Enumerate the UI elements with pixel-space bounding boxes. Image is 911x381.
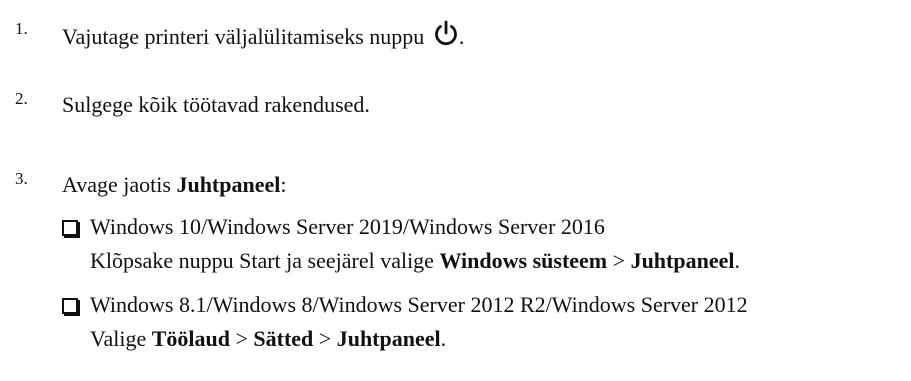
option-detail-bold: Windows süsteem: [439, 248, 608, 273]
option-detail-text: Klõpsake nuppu Start ja seejärel valige: [90, 248, 440, 273]
option-detail-separator: >: [607, 248, 631, 273]
option-detail: Valige Töölaud > Sätted > Juhtpaneel.: [90, 324, 446, 354]
option-detail-separator: >: [229, 326, 254, 351]
option-detail-bold: Sätted: [253, 326, 314, 351]
step-number: 3.: [15, 169, 28, 188]
step-1-text: Vajutage printeri väljalülitamiseks nupp…: [62, 24, 425, 49]
step-1-suffix: .: [458, 24, 465, 49]
power-icon: [433, 20, 459, 48]
checkbox-icon: [62, 220, 78, 236]
step-number: 2.: [15, 89, 28, 108]
step-text: Vajutage printeri väljalülitamiseks nupp…: [62, 20, 464, 52]
option-detail-end: .: [440, 326, 447, 351]
checkbox-icon: [62, 298, 78, 314]
option-detail-separator: >: [313, 326, 337, 351]
option-detail-bold: Juhtpaneel: [630, 248, 735, 273]
option-detail-end: .: [734, 248, 740, 273]
step-text: Sulgege kõik töötavad rakendused.: [62, 92, 370, 117]
option-detail: Klõpsake nuppu Start ja seejärel valige …: [90, 246, 740, 276]
option-title: Windows 8.1/Windows 8/Windows Server 201…: [90, 292, 748, 317]
option-detail-bold: Töölaud: [151, 326, 230, 351]
control-panel-label: Juhtpaneel: [176, 172, 281, 197]
option-detail-text: Valige: [90, 326, 152, 351]
step-3-text-before: Avage jaotis: [62, 172, 177, 197]
option-detail-bold: Juhtpaneel: [336, 326, 441, 351]
step-number: 1.: [15, 19, 28, 38]
option-title: Windows 10/Windows Server 2019/Windows S…: [90, 214, 605, 239]
step-3-text-after: :: [280, 172, 287, 197]
step-text: Avage jaotis Juhtpaneel:: [62, 170, 287, 200]
